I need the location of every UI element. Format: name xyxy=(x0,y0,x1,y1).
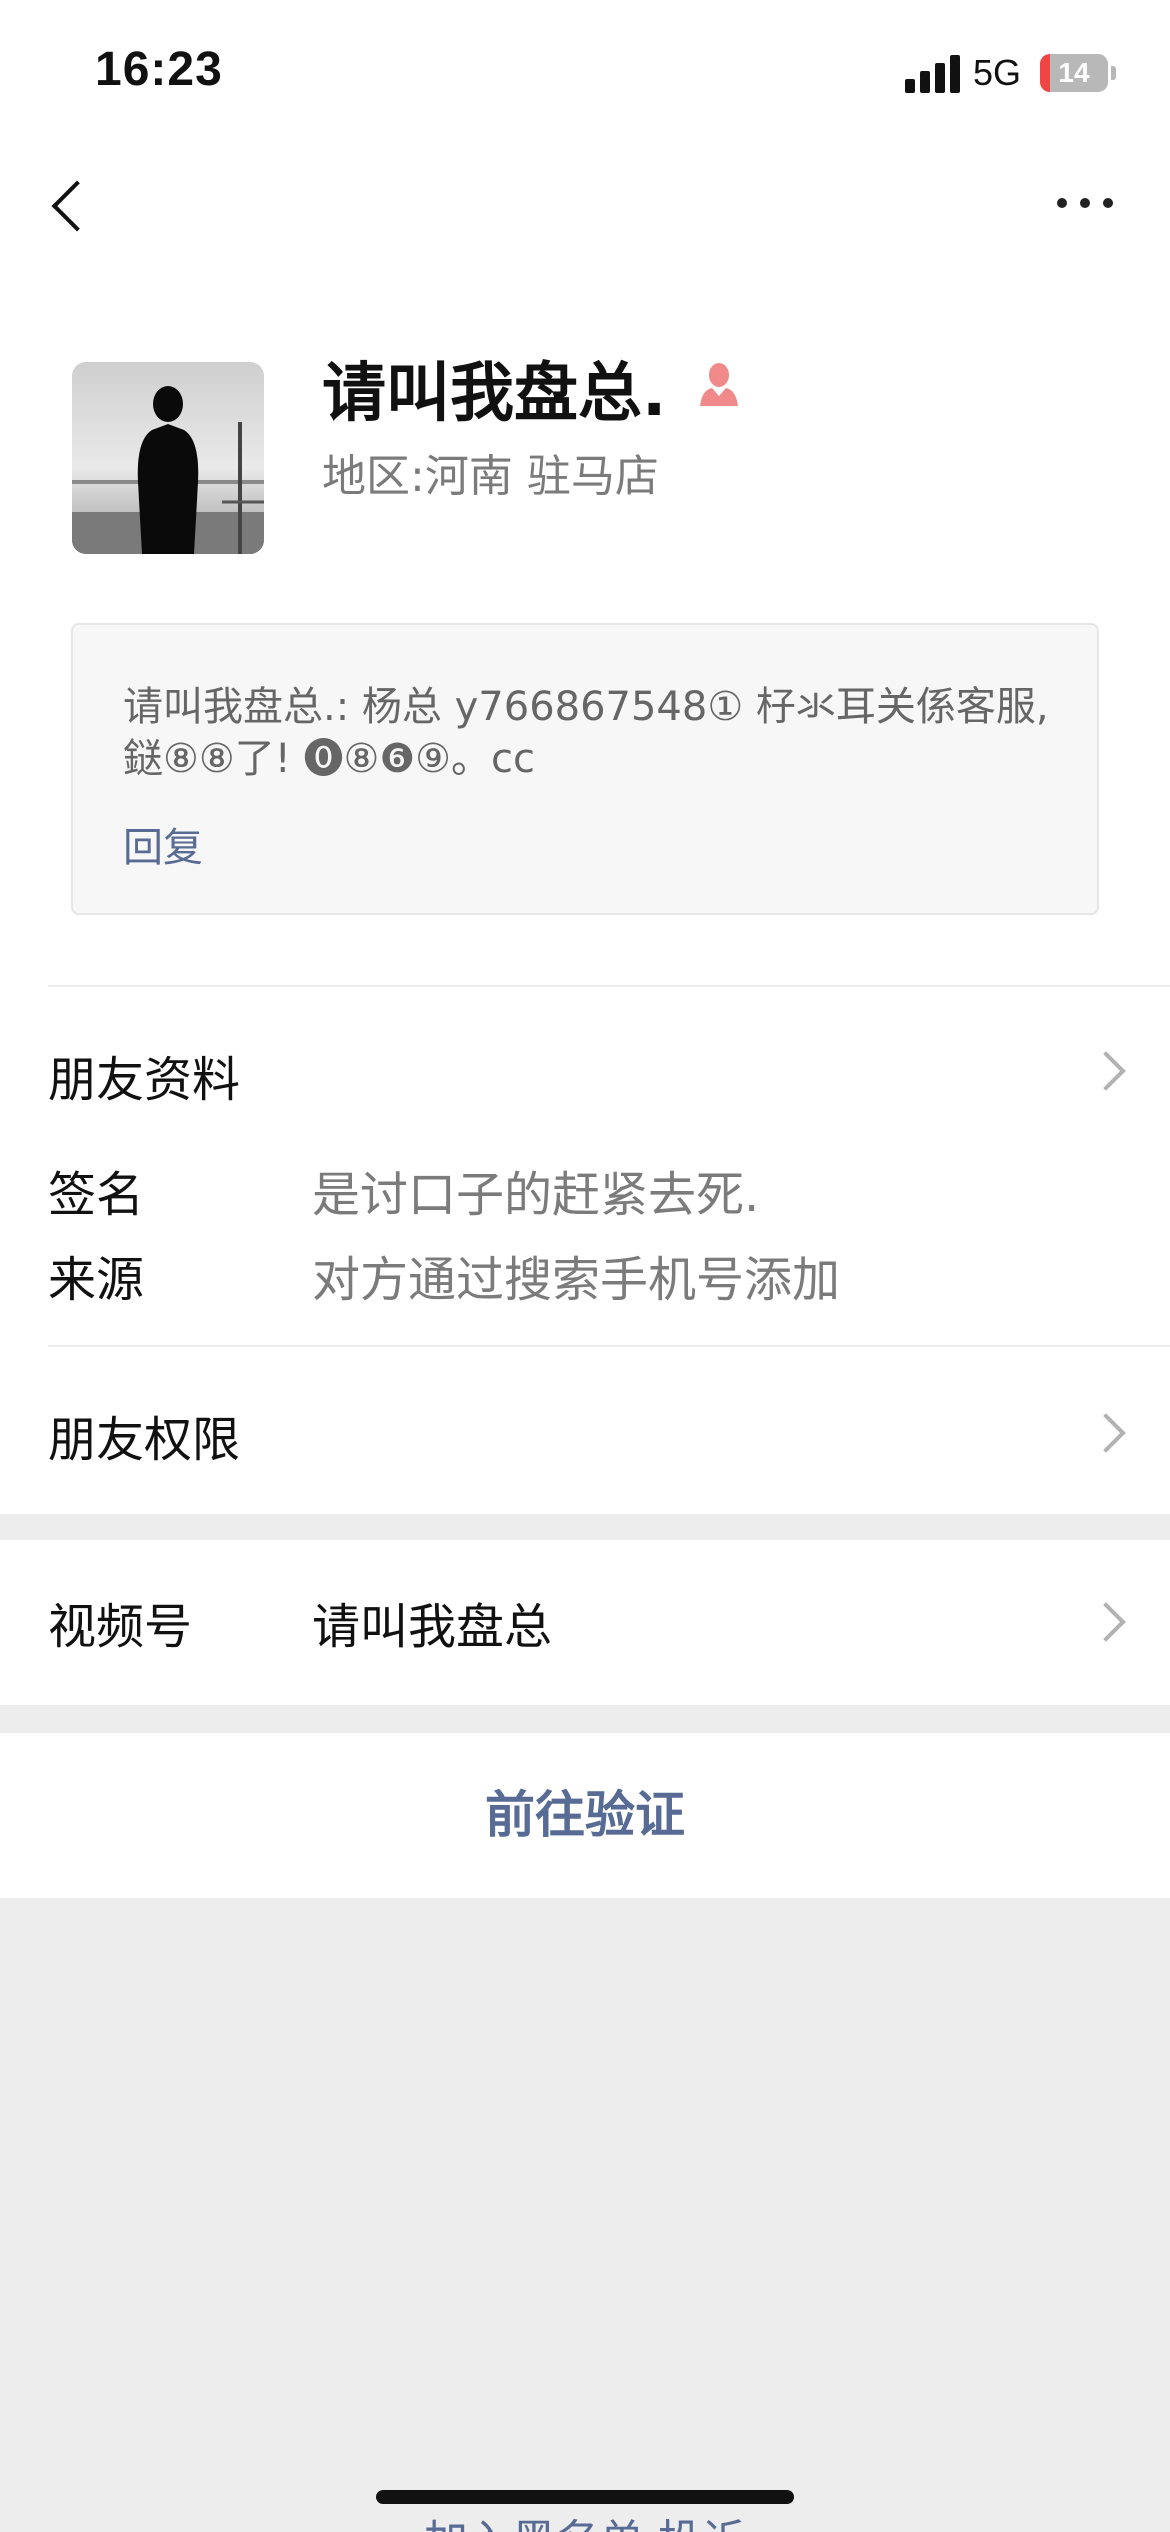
region-value: 河南 驻马店 xyxy=(424,451,659,502)
battery-icon: 14 xyxy=(1040,54,1108,92)
battery-level: 14 xyxy=(1058,57,1090,88)
network-type: 5G xyxy=(973,52,1022,93)
source-label: 来源 xyxy=(48,1252,145,1308)
channels-row[interactable]: 视频号 请叫我盘总 xyxy=(0,1540,1170,1705)
channels-value: 请叫我盘总 xyxy=(312,1599,553,1655)
friend-info-title[interactable]: 朋友资料 xyxy=(48,1040,240,1110)
female-icon xyxy=(694,360,744,410)
avatar[interactable] xyxy=(72,362,264,554)
verify-button[interactable]: 前往验证 xyxy=(0,1733,1170,1898)
signature-value: 是讨口子的赶紧去死. xyxy=(312,1167,760,1223)
contact-name: 请叫我盘总. xyxy=(322,357,667,431)
more-dots-icon[interactable] xyxy=(1055,190,1115,220)
home-indicator xyxy=(376,2490,794,2504)
chevron-right-icon[interactable] xyxy=(1088,1408,1128,1458)
channels-label: 视频号 xyxy=(48,1599,193,1655)
chevron-right-icon[interactable] xyxy=(1088,1597,1128,1647)
status-bar: 16:23 5G 14 xyxy=(0,0,1170,150)
signal-icon xyxy=(905,55,961,93)
verify-card: 前往验证 xyxy=(0,1733,1170,1898)
source-value: 对方通过搜索手机号添加 xyxy=(312,1252,841,1308)
friend-permissions-row[interactable]: 朋友权限 xyxy=(48,1400,240,1470)
chevron-right-icon[interactable] xyxy=(1088,1046,1128,1096)
divider xyxy=(48,985,1170,987)
region: 地区:河南 驻马店 xyxy=(322,440,659,504)
contact-profile-page: 16:23 5G 14 请叫我盘总. 地区:河南 驻马店 请叫我盘总.: 杨总 … xyxy=(0,0,1170,2532)
moment-text: 请叫我盘总.: 杨总 y766867548① 杍氺耳关係客服,鎹⑧⑧了! ⓿⑧❻… xyxy=(123,684,1049,782)
status-time: 16:23 xyxy=(95,43,223,96)
signature-label: 签名 xyxy=(48,1167,145,1223)
battery-cap xyxy=(1111,66,1116,80)
back-chevron-icon[interactable] xyxy=(45,170,95,240)
blacklist-report-link[interactable]: 加入黑名单 投诉 xyxy=(0,2505,1170,2532)
moment-preview[interactable]: 请叫我盘总.: 杨总 y766867548① 杍氺耳关係客服,鎹⑧⑧了! ⓿⑧❻… xyxy=(71,623,1099,915)
reply-link[interactable]: 回复 xyxy=(123,815,203,873)
region-label: 地区: xyxy=(322,451,425,502)
divider xyxy=(48,1345,1170,1347)
